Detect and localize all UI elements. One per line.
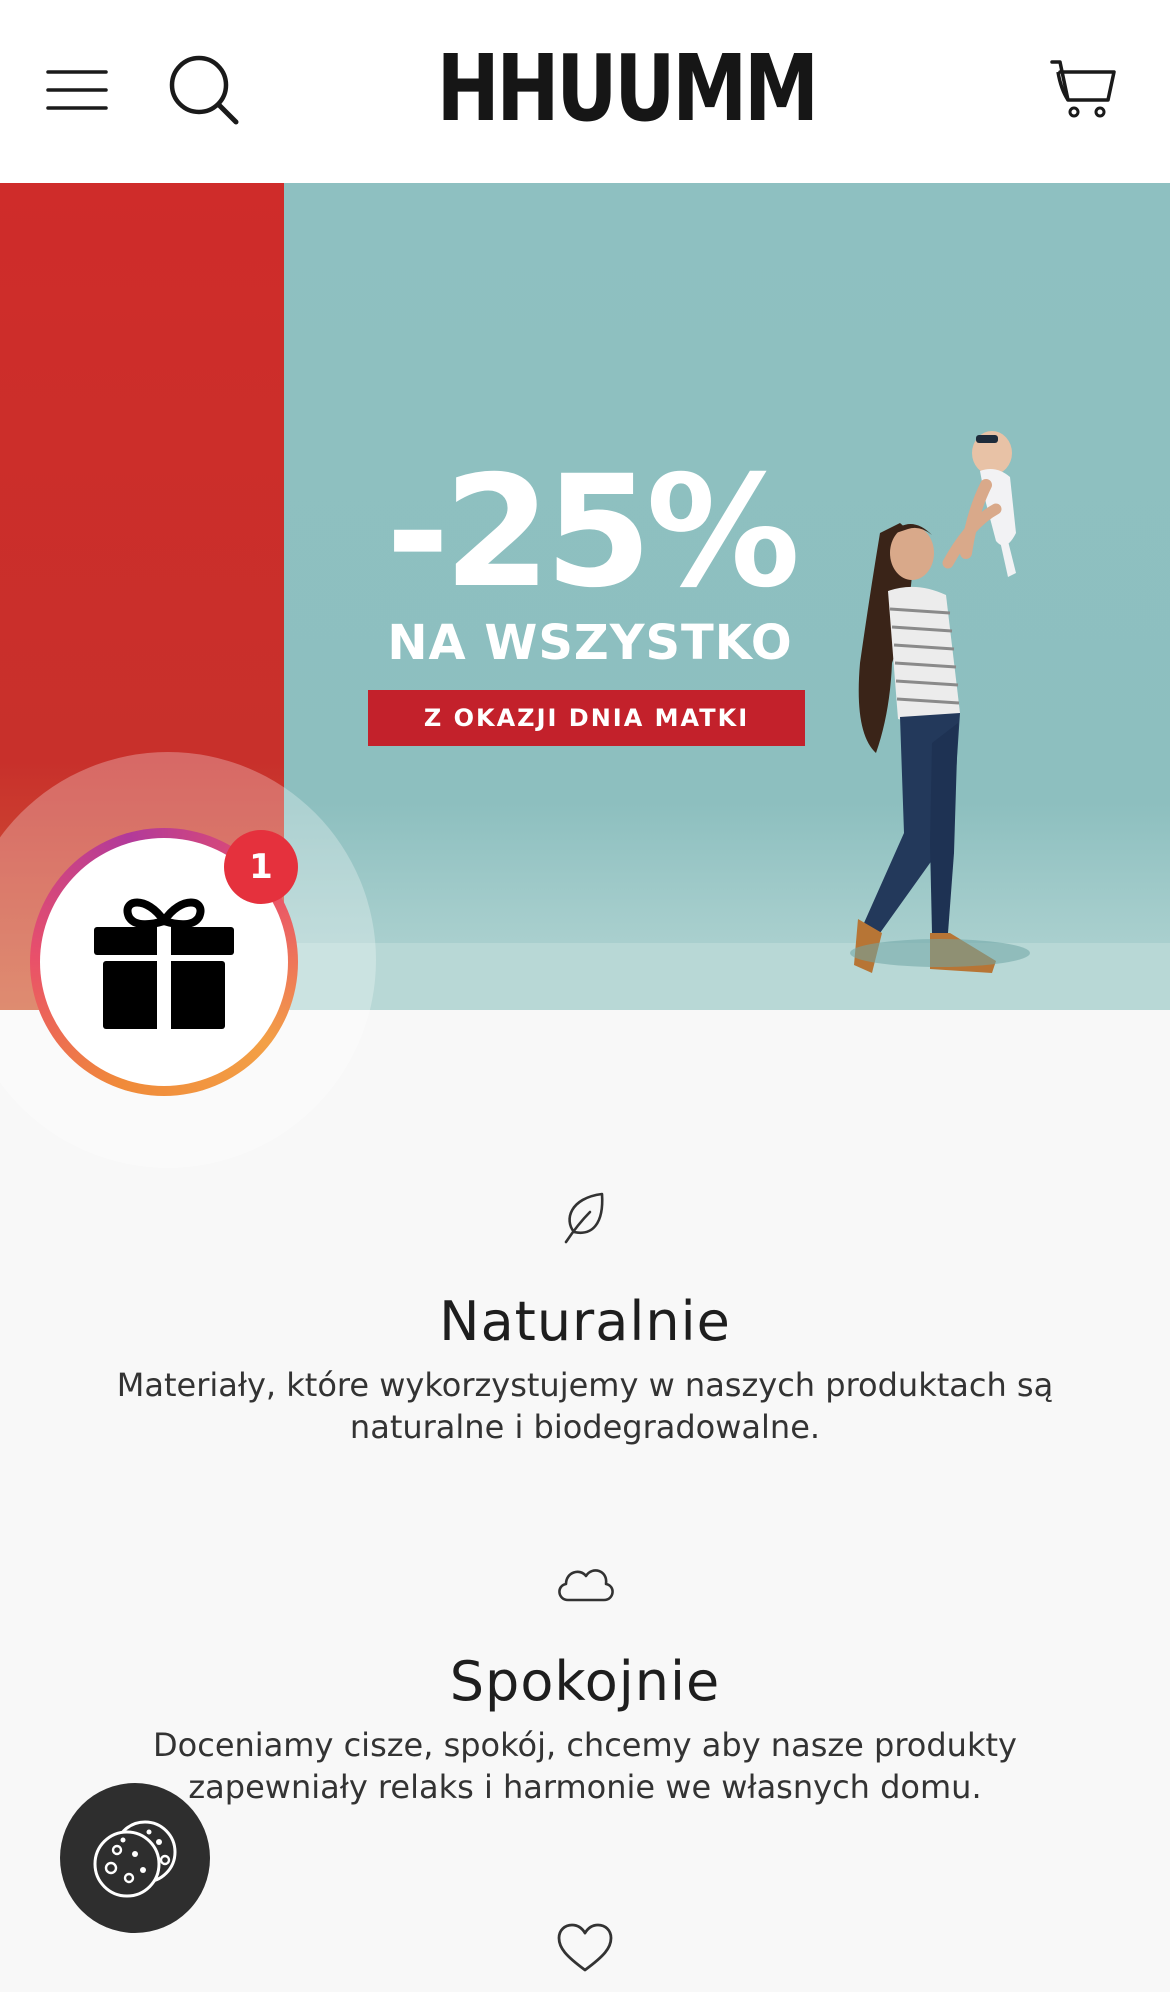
feature-calm: Spokojnie Doceniamy cisze, spokój, chcem… (0, 1560, 1170, 1808)
gift-icon (94, 898, 234, 1029)
search-button[interactable] (166, 52, 242, 128)
feature-love (0, 1922, 1170, 1974)
cart-icon (1050, 60, 1116, 118)
cookie-icon (93, 1820, 177, 1898)
feature-text: Materiały, które wykorzystujemy w naszyc… (116, 1366, 1054, 1446)
logo-text: HHUUMM (436, 35, 820, 142)
menu-button[interactable] (40, 58, 114, 122)
discount-text: -25% (385, 443, 801, 622)
heart-icon (557, 1923, 613, 1972)
site-header: HHUUMM (0, 0, 1170, 183)
hamburger-menu-icon (46, 70, 108, 110)
cart-button[interactable] (1048, 54, 1120, 126)
cookie-settings-button[interactable] (60, 1783, 210, 1933)
mother-and-baby-illustration (850, 431, 1030, 973)
site-logo[interactable]: HHUUMM (404, 35, 820, 142)
cloud-icon (558, 1569, 614, 1602)
feature-text: Doceniamy cisze, spokój, chcemy aby nasz… (153, 1726, 1017, 1806)
leaf-icon (564, 1192, 604, 1244)
headline-text: NA WSZYSTKO (387, 615, 793, 671)
gift-count-badge: 1 (224, 830, 298, 904)
search-icon (169, 55, 239, 125)
feature-title: Spokojnie (449, 1650, 721, 1713)
feature-natural: Naturalnie Materiały, które wykorzystuje… (0, 1190, 1170, 1448)
feature-title: Naturalnie (439, 1290, 731, 1353)
occasion-tag: Z OKAZJI DNIA MATKI (368, 690, 805, 746)
